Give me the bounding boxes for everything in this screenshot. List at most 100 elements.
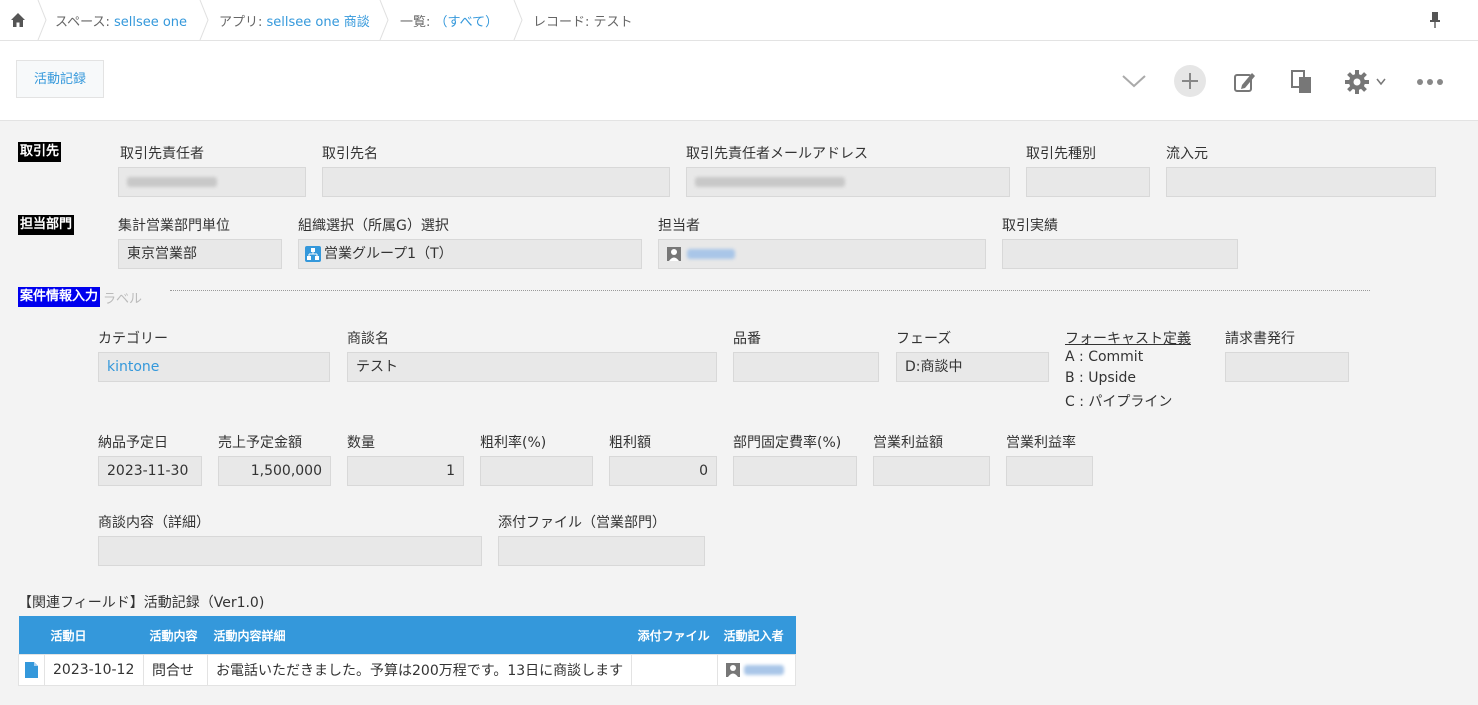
quantity-field: 1 <box>347 456 464 486</box>
home-icon[interactable] <box>8 10 28 30</box>
deal-name-label: 商談名 <box>347 331 389 347</box>
header-recorder: 活動記入者 <box>717 616 796 655</box>
org-select-value[interactable]: 営業グループ1（T） <box>324 246 453 262</box>
fixed-cost-rate-label: 部門固定費率(%) <box>733 435 842 451</box>
contact-field <box>118 167 306 197</box>
row-attachment <box>631 654 719 686</box>
section-divider <box>170 290 1370 291</box>
operating-profit-label: 営業利益額 <box>873 435 943 451</box>
org-select-label: 組織選択（所属G）選択 <box>298 218 449 234</box>
gross-margin-rate-field <box>480 456 593 486</box>
part-number-label: 品番 <box>733 331 761 347</box>
row-activity-type: 問合せ <box>143 654 208 686</box>
record-toolbar: 活動記録 <box>0 41 1478 121</box>
dept-unit-field: 東京営業部 <box>118 239 282 269</box>
duplicate-icon[interactable] <box>1290 69 1314 95</box>
contact-email-field <box>686 167 1010 197</box>
client-type-field <box>1026 167 1150 197</box>
client-type-label: 取引先種別 <box>1026 146 1096 162</box>
contact-label: 取引先責任者 <box>120 146 204 162</box>
contact-email-label: 取引先責任者メールアドレス <box>686 146 868 162</box>
related-activity-title: 【関連フィールド】活動記録（Ver1.0) <box>18 595 265 611</box>
breadcrumb-separator-icon <box>199 0 209 40</box>
ghost-label: ラベル <box>103 292 143 307</box>
gear-dropdown-caret-icon[interactable] <box>1376 78 1386 86</box>
source-label: 流入元 <box>1166 146 1208 162</box>
delivery-date-field: 2023-11-30 <box>98 456 202 486</box>
gross-margin-label: 粗利額 <box>609 435 651 451</box>
fixed-cost-rate-field <box>733 456 857 486</box>
user-icon <box>726 663 741 677</box>
activity-record-button[interactable]: 活動記録 <box>16 60 104 98</box>
breadcrumb-app[interactable]: アプリ: sellsee one 商談 <box>219 11 370 30</box>
blurred-contact-value <box>127 177 217 187</box>
attachment-field <box>498 536 705 566</box>
breadcrumb-record: レコード: テスト <box>533 15 633 30</box>
breadcrumb-separator-icon <box>379 0 389 40</box>
header-activity-detail: 活動内容詳細 <box>207 616 632 655</box>
dept-unit-label: 集計営業部門単位 <box>118 218 230 234</box>
section-label-client: 取引先 <box>18 142 62 162</box>
gear-icon[interactable] <box>1344 69 1370 95</box>
section-label-department: 担当部門 <box>18 215 75 235</box>
invoice-label: 請求書発行 <box>1225 331 1295 347</box>
operating-margin-field <box>1006 456 1093 486</box>
add-record-icon[interactable] <box>1174 65 1206 97</box>
invoice-field <box>1225 352 1349 382</box>
source-field <box>1166 167 1436 197</box>
sales-amount-field: 1,500,000 <box>218 456 331 486</box>
deal-name-field: テスト <box>347 352 717 382</box>
edit-icon[interactable] <box>1232 69 1258 95</box>
owner-label: 担当者 <box>658 218 700 234</box>
sales-amount-label: 売上予定金額 <box>218 435 302 451</box>
client-name-field <box>322 167 670 197</box>
header-icon-col <box>18 616 45 655</box>
part-number-field <box>733 352 879 382</box>
delivery-date-label: 納品予定日 <box>98 435 168 451</box>
table-row[interactable]: 2023-10-12 問合せ お電話いただきました。予算は200万程です。13日… <box>18 654 797 686</box>
org-group-icon <box>305 246 321 262</box>
breadcrumb: スペース: sellsee one アプリ: sellsee one 商談 一覧… <box>0 0 1478 41</box>
row-activity-date: 2023-10-12 <box>44 654 144 686</box>
header-attachment: 添付ファイル <box>631 616 718 655</box>
pin-icon[interactable] <box>1428 10 1442 30</box>
forecast-definition-title: フォーキャスト定義 <box>1065 331 1191 347</box>
header-activity-date: 活動日 <box>44 616 144 655</box>
header-activity-type: 活動内容 <box>143 616 208 655</box>
phase-label: フェーズ <box>896 331 952 347</box>
breadcrumb-space[interactable]: スペース: sellsee one <box>55 11 187 30</box>
gross-margin-field: 0 <box>609 456 717 486</box>
user-icon <box>667 247 681 261</box>
related-activity-table: 活動日 活動内容 活動内容詳細 添付ファイル 活動記入者 2023-10-12 … <box>18 616 797 686</box>
quantity-label: 数量 <box>347 435 375 451</box>
row-recorder <box>717 654 797 686</box>
transaction-results-field <box>1002 239 1238 269</box>
transaction-results-label: 取引実績 <box>1002 218 1058 234</box>
operating-margin-label: 営業利益率 <box>1006 435 1076 451</box>
owner-field <box>658 239 986 269</box>
table-header-row: 活動日 活動内容 活動内容詳細 添付ファイル 活動記入者 <box>18 616 796 655</box>
chevron-down-icon[interactable] <box>1120 71 1148 91</box>
category-field[interactable]: kintone <box>98 352 330 382</box>
gross-margin-rate-label: 粗利率(%) <box>480 435 547 451</box>
blurred-email-value <box>695 177 845 187</box>
more-options-icon[interactable] <box>1416 77 1444 87</box>
forecast-pipeline: C : パイプライン <box>1065 394 1173 410</box>
deal-detail-label: 商談内容（詳細） <box>98 515 210 531</box>
breadcrumb-separator-icon <box>513 0 523 40</box>
forecast-commit: A : Commit <box>1065 349 1144 365</box>
blurred-recorder-name[interactable] <box>744 665 785 675</box>
category-label: カテゴリー <box>98 331 168 347</box>
org-select-field: 営業グループ1（T） <box>298 239 642 269</box>
deal-detail-field <box>98 536 482 566</box>
blurred-owner-name[interactable] <box>687 249 735 259</box>
row-detail-cell[interactable] <box>18 654 45 686</box>
breadcrumb-separator-icon <box>37 0 47 40</box>
phase-field: D:商談中 <box>896 352 1049 382</box>
operating-profit-field <box>873 456 990 486</box>
row-activity-detail: お電話いただきました。予算は200万程です。13日に商談します <box>206 654 633 686</box>
document-icon[interactable] <box>25 662 38 678</box>
forecast-upside: B : Upside <box>1065 370 1137 386</box>
client-name-label: 取引先名 <box>322 146 378 162</box>
breadcrumb-list[interactable]: 一覧: （すべて） <box>400 11 498 30</box>
